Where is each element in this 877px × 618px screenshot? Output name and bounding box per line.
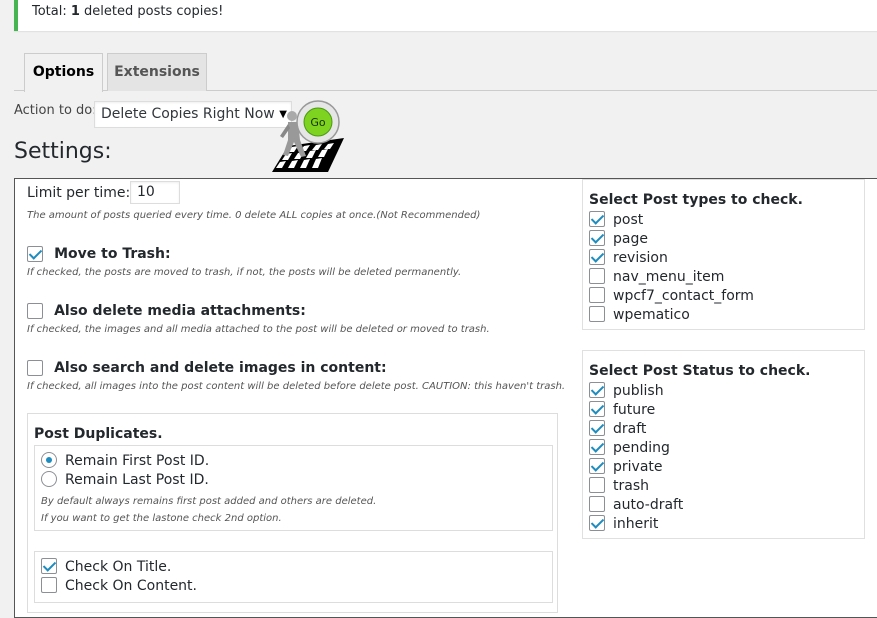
go-label: Go	[310, 116, 326, 129]
post-status-label: trash	[613, 478, 649, 494]
post-type-checkbox[interactable]	[589, 306, 605, 322]
check-title-label: Check On Title.	[65, 559, 172, 575]
action-label: Action to do:	[14, 103, 97, 118]
post-status-label: publish	[613, 383, 664, 399]
post-type-item[interactable]: nav_menu_item	[589, 268, 724, 287]
media-description: If checked, the images and all media att…	[27, 324, 490, 335]
post-type-label: wpcf7_contact_form	[613, 288, 754, 304]
content-images-checkbox[interactable]	[27, 359, 43, 376]
post-type-checkbox[interactable]	[589, 268, 605, 284]
post-status-checkbox[interactable]	[589, 401, 605, 417]
post-type-checkbox[interactable]	[589, 230, 605, 246]
post-type-item[interactable]: wpematico	[589, 306, 690, 325]
post-status-checkbox[interactable]	[589, 439, 605, 455]
move-trash-label: Move to Trash:	[54, 246, 171, 262]
content-images-label: Also search and delete images in content…	[54, 360, 387, 376]
post-status-item[interactable]: private	[589, 458, 663, 477]
remain-last-radio[interactable]	[41, 471, 57, 487]
post-types-panel: Select Post types to check. post page re…	[582, 179, 865, 330]
post-type-label: nav_menu_item	[613, 269, 725, 285]
post-status-label: draft	[613, 421, 647, 437]
post-status-checkbox[interactable]	[589, 382, 605, 398]
media-label: Also delete media attachments:	[54, 303, 306, 319]
remain-description-1: By default always remains first post add…	[41, 496, 377, 507]
post-status-checkbox[interactable]	[589, 420, 605, 436]
post-status-checkbox[interactable]	[589, 496, 605, 512]
post-status-item[interactable]: future	[589, 401, 655, 420]
post-status-checkbox[interactable]	[589, 458, 605, 474]
move-trash-row: Move to Trash:	[27, 243, 171, 262]
post-type-item[interactable]: post	[589, 211, 643, 230]
check-content-label: Check On Content.	[65, 578, 197, 594]
post-type-item[interactable]: revision	[589, 249, 668, 268]
action-select-value: Delete Copies Right Now	[101, 106, 275, 122]
remain-last-option[interactable]: Remain Last Post ID.	[41, 471, 209, 490]
post-type-label: post	[613, 212, 644, 228]
notice-prefix: Total:	[32, 4, 71, 19]
remain-last-label: Remain Last Post ID.	[65, 472, 209, 488]
move-trash-checkbox[interactable]	[27, 245, 43, 262]
post-duplicates-box: Post Duplicates. Remain First Post ID. R…	[27, 413, 558, 613]
post-status-item[interactable]: draft	[589, 420, 646, 439]
post-status-label: private	[613, 459, 663, 475]
remain-description-2: If you want to get the lastone check 2nd…	[41, 513, 282, 524]
go-button[interactable]: Go	[268, 98, 348, 176]
post-type-label: revision	[613, 250, 668, 266]
post-status-label: future	[613, 402, 656, 418]
post-status-label: inherit	[613, 516, 659, 532]
post-status-item[interactable]: publish	[589, 382, 664, 401]
settings-box: Limit per time: 10 The amount of posts q…	[14, 178, 877, 618]
remain-first-label: Remain First Post ID.	[65, 453, 210, 469]
check-content-option[interactable]: Check On Content.	[41, 577, 197, 596]
limit-label: Limit per time:	[27, 185, 131, 201]
deleted-notice: Total: 1 deleted posts copies!	[14, 0, 877, 31]
tab-options[interactable]: Options	[24, 53, 103, 92]
remain-first-option[interactable]: Remain First Post ID.	[41, 452, 209, 471]
post-type-checkbox[interactable]	[589, 249, 605, 265]
post-status-item[interactable]: inherit	[589, 515, 658, 534]
checkered-floor-icon	[272, 138, 344, 172]
check-content-checkbox[interactable]	[41, 577, 57, 593]
media-checkbox[interactable]	[27, 302, 43, 319]
check-on-box: Check On Title. Check On Content.	[34, 551, 553, 603]
post-duplicates-title: Post Duplicates.	[34, 426, 163, 442]
action-select[interactable]: Delete Copies Right Now ▼	[94, 101, 292, 128]
post-status-label: pending	[613, 440, 670, 456]
content-images-description: If checked, all images into the post con…	[27, 381, 566, 392]
post-status-label: auto-draft	[613, 497, 684, 513]
check-title-checkbox[interactable]	[41, 558, 57, 574]
remain-options-box: Remain First Post ID. Remain Last Post I…	[34, 445, 553, 531]
settings-heading: Settings:	[14, 139, 112, 164]
post-status-item[interactable]: trash	[589, 477, 649, 496]
move-trash-description: If checked, the posts are moved to trash…	[27, 267, 462, 278]
limit-description: The amount of posts queried every time. …	[27, 210, 481, 221]
post-type-item[interactable]: wpcf7_contact_form	[589, 287, 754, 306]
post-types-title: Select Post types to check.	[589, 192, 803, 208]
post-status-checkbox[interactable]	[589, 515, 605, 531]
post-type-label: wpematico	[613, 307, 690, 323]
content-images-row: Also search and delete images in content…	[27, 357, 387, 376]
post-type-checkbox[interactable]	[589, 287, 605, 303]
post-status-panel: Select Post Status to check. publish fut…	[582, 350, 865, 539]
notice-count: 1	[70, 4, 80, 19]
post-status-checkbox[interactable]	[589, 477, 605, 493]
media-row: Also delete media attachments:	[27, 300, 306, 319]
limit-input[interactable]: 10	[130, 181, 180, 204]
post-status-title: Select Post Status to check.	[589, 363, 811, 379]
post-type-item[interactable]: page	[589, 230, 648, 249]
post-type-checkbox[interactable]	[589, 211, 605, 227]
tab-extensions[interactable]: Extensions	[107, 53, 207, 91]
check-title-option[interactable]: Check On Title.	[41, 558, 171, 577]
post-status-item[interactable]: auto-draft	[589, 496, 683, 515]
post-status-item[interactable]: pending	[589, 439, 670, 458]
post-type-label: page	[613, 231, 648, 247]
remain-first-radio[interactable]	[41, 452, 57, 468]
notice-suffix: deleted posts copies!	[79, 4, 224, 19]
